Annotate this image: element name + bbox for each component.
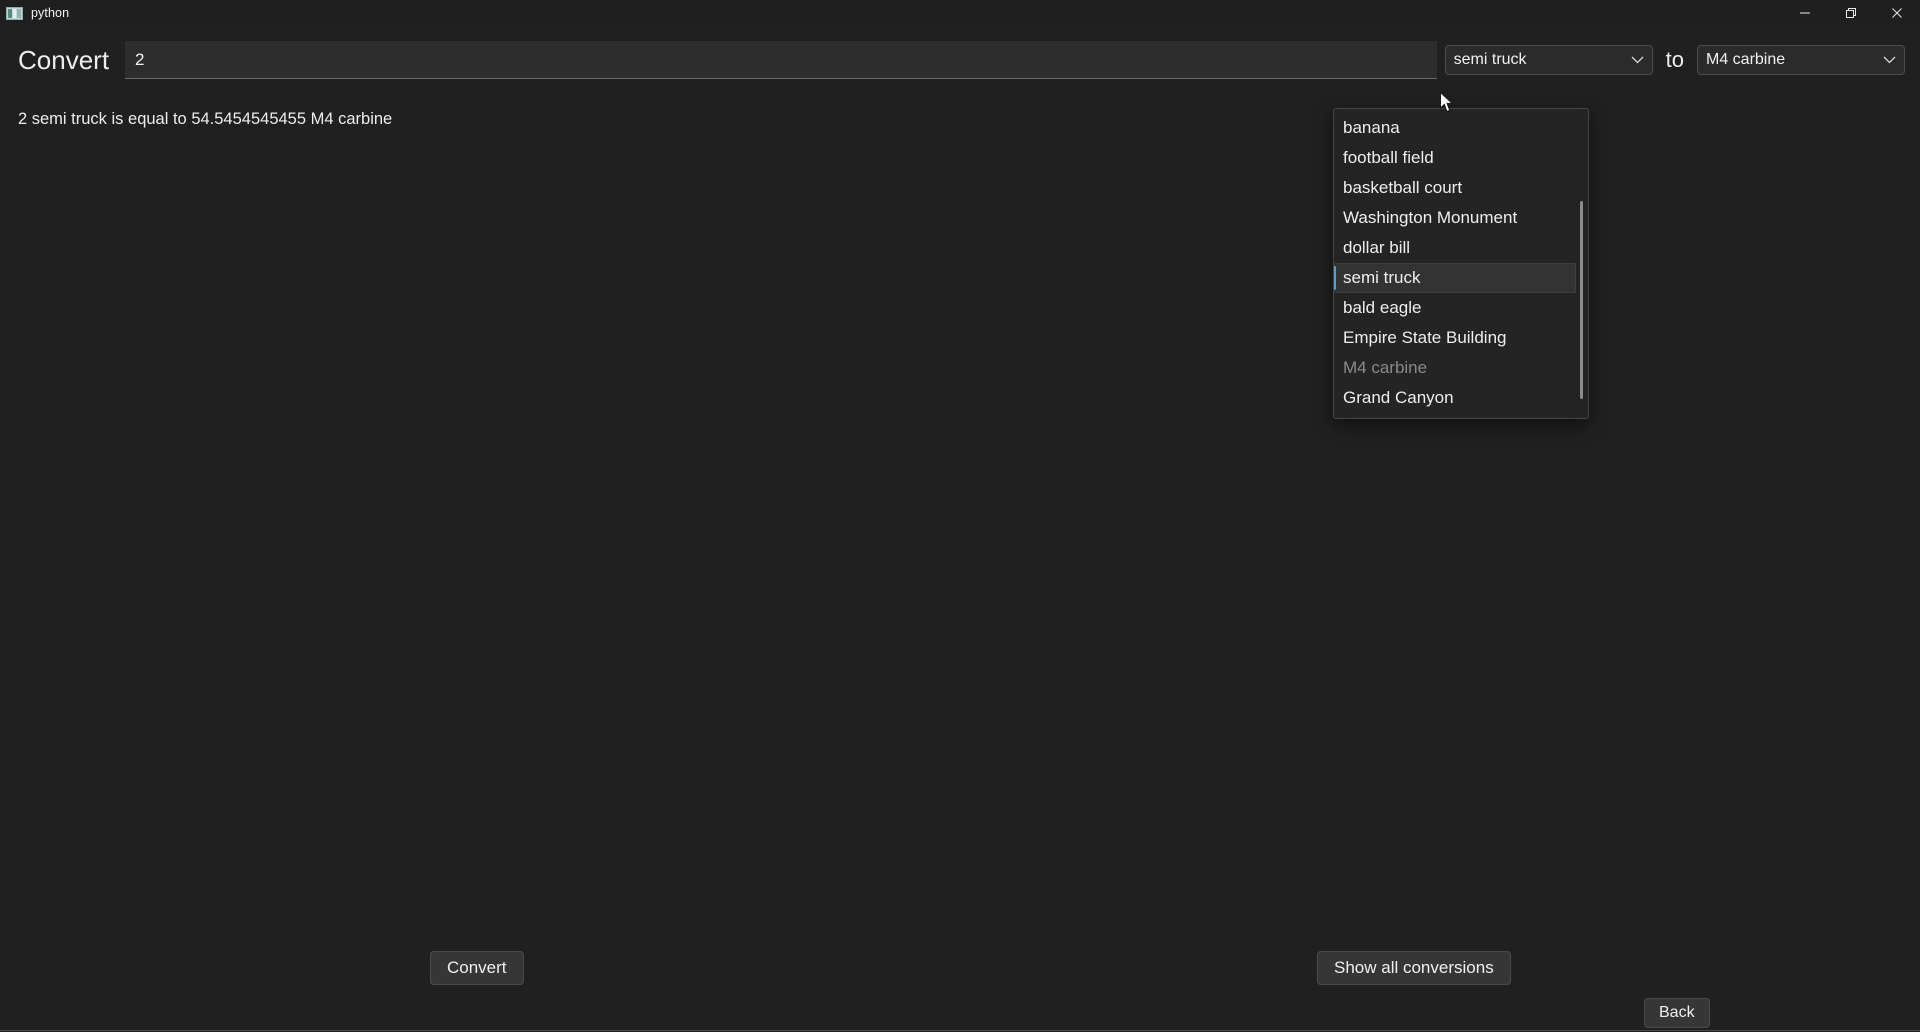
page-title: Convert bbox=[18, 45, 110, 75]
back-button[interactable]: Back bbox=[1644, 998, 1710, 1028]
convert-button[interactable]: Convert bbox=[430, 951, 524, 985]
dropdown-scrollbar[interactable] bbox=[1580, 201, 1583, 399]
from-unit-select[interactable]: semi truck bbox=[1444, 45, 1653, 75]
dropdown-option-m4-carbine: M4 carbine bbox=[1343, 358, 1428, 377]
dropdown-option-banana[interactable]: banana bbox=[1334, 113, 1588, 143]
restore-icon[interactable] bbox=[1828, 0, 1874, 26]
dropdown-option-basketball-court[interactable]: basketball court bbox=[1334, 173, 1588, 203]
dropdown-option-washington-monument[interactable]: Washington Monument bbox=[1334, 203, 1588, 233]
app-content: Convert semi truck to M4 carbine 2 semi … bbox=[0, 26, 1920, 1031]
window-title: python bbox=[31, 6, 70, 20]
conversion-result-text: 2 semi truck is equal to 54.5454545455 M… bbox=[18, 110, 393, 128]
amount-input[interactable] bbox=[125, 41, 1437, 79]
dropdown-option-grand-canyon[interactable]: Grand Canyon bbox=[1334, 383, 1588, 413]
dropdown-option-bald-eagle[interactable]: bald eagle bbox=[1334, 293, 1588, 323]
window-titlebar: python bbox=[0, 0, 1920, 26]
show-all-conversions-button[interactable]: Show all conversions bbox=[1317, 951, 1511, 985]
to-unit-select[interactable]: M4 carbine bbox=[1697, 45, 1905, 75]
from-unit-select-value: semi truck bbox=[1453, 51, 1527, 68]
dropdown-option-empire-state-building[interactable]: Empire State Building bbox=[1334, 323, 1588, 353]
to-unit-select-value: M4 carbine bbox=[1706, 51, 1786, 68]
from-unit-dropdown-list[interactable]: banana football field basketball court W… bbox=[1333, 108, 1589, 419]
titlebar-left-group: python bbox=[0, 5, 69, 22]
window-controls bbox=[1782, 0, 1920, 26]
dropdown-option-football-field[interactable]: football field bbox=[1334, 143, 1588, 173]
to-label: to bbox=[1665, 47, 1684, 72]
chevron-down-icon bbox=[1883, 51, 1896, 69]
conversion-row: Convert semi truck to M4 carbine bbox=[0, 38, 1920, 82]
close-icon[interactable] bbox=[1874, 0, 1920, 26]
chevron-down-icon bbox=[1631, 51, 1644, 69]
dropdown-option-semi-truck[interactable]: semi truck bbox=[1334, 263, 1576, 293]
dropdown-option-dollar-bill[interactable]: dollar bill bbox=[1334, 233, 1588, 263]
minimize-icon[interactable] bbox=[1782, 0, 1828, 26]
python-window-icon bbox=[6, 5, 23, 22]
